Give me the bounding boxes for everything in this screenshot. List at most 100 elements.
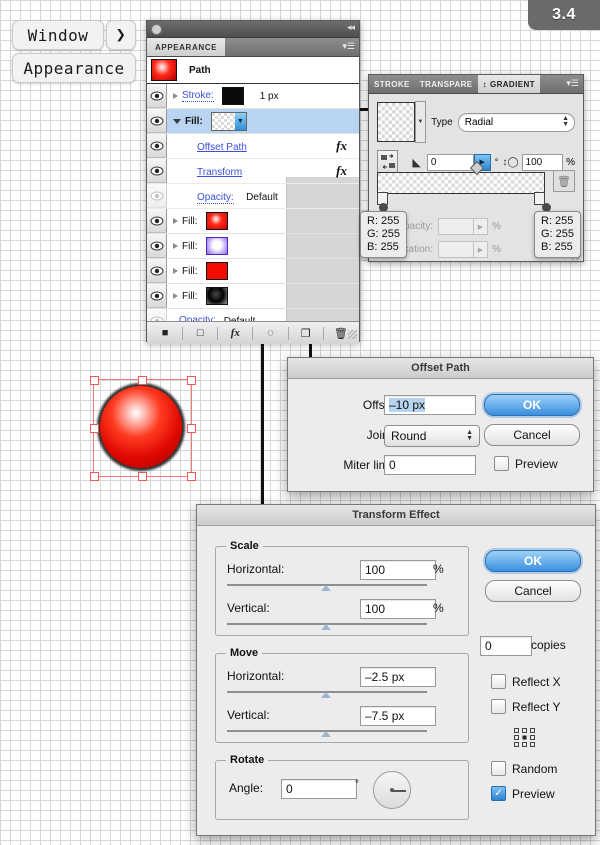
joins-select[interactable]: Round ▲ ▼ [384,425,480,447]
appearance-panel-footer[interactable]: ■ □ fx ◌ ❐ 🗑 [147,321,359,344]
offset-preview-checkbox[interactable] [494,456,509,471]
selection-handle[interactable] [187,424,196,433]
move-horizontal-slider-thumb[interactable] [321,692,331,698]
appearance-row-fill-3[interactable]: Fill: [147,234,359,259]
appearance-panel-titlebar[interactable]: ◂◂ [147,21,359,38]
offset-input[interactable]: –10 px [384,395,476,415]
row-label-fill-3[interactable]: Fill: [182,241,198,252]
selection-handle[interactable] [90,376,99,385]
scale-vertical-slider-thumb[interactable] [321,624,331,630]
row-label-fill-5[interactable]: Fill: [182,291,198,302]
visibility-eye-icon[interactable] [147,309,167,321]
transform-cancel-button[interactable]: Cancel [485,580,581,602]
offset-ok-button[interactable]: OK [484,394,580,416]
visibility-eye-icon[interactable] [147,209,167,233]
selection-handle[interactable] [187,376,196,385]
selection-handle[interactable] [138,472,147,481]
visibility-eye-icon[interactable] [147,109,167,133]
disclosure-triangle-icon[interactable] [173,118,181,124]
visibility-eye-icon[interactable] [147,184,167,208]
appearance-panel-tabbar[interactable]: APPEARANCE ▾☰ [147,38,359,57]
gradient-aspect-input[interactable]: 100 [521,153,564,171]
menu-chip-appearance[interactable]: Appearance [12,53,136,83]
panel-close-dot-icon[interactable] [151,24,162,35]
offset-path-dialog[interactable]: Offset Path Offset: –10 px Joins: Round … [287,357,594,492]
gradient-panel-tabbar[interactable]: STROKE TRANSPARE ↕ GRADIENT ▾☰ [369,75,583,94]
appearance-target-row[interactable]: Path [147,57,359,84]
panel-menu-icon[interactable]: ▾☰ [566,79,579,88]
add-new-stroke-icon[interactable]: ■ [154,325,176,341]
miter-limit-input[interactable]: 0 [384,455,476,475]
appearance-row-fill-5[interactable]: Fill: [147,284,359,309]
gradient-type-select[interactable]: Radial ▲ ▼ [457,112,575,132]
selection-handle[interactable] [90,472,99,481]
add-new-fill-icon[interactable]: □ [189,325,211,341]
clear-appearance-icon[interactable]: ◌ [260,325,282,341]
artwork-red-sphere[interactable] [89,373,196,485]
stepper-icon[interactable]: ▲ ▼ [466,429,473,442]
preview-checkbox[interactable]: ✓ [491,786,506,801]
move-vertical-slider-thumb[interactable] [321,731,331,737]
row-label-fill-4[interactable]: Fill: [182,266,198,277]
tab-stroke[interactable]: STROKE [369,75,415,93]
effect-link-transform[interactable]: Transform [197,167,242,178]
reverse-gradient-icon[interactable] [377,150,399,174]
disclosure-triangle-icon[interactable] [173,218,178,224]
offset-cancel-button[interactable]: Cancel [484,424,580,446]
disclosure-triangle-icon[interactable] [173,243,178,249]
visibility-eye-icon[interactable] [147,259,167,283]
stroke-color-swatch[interactable] [221,87,244,105]
fill-5-color-swatch[interactable] [205,287,228,305]
appearance-row-opacity-outer[interactable]: Opacity: Default [147,309,359,321]
reflect-x-checkbox[interactable] [491,674,506,689]
reflect-y-checkbox[interactable] [491,699,506,714]
stepper-icon[interactable]: ▲ ▼ [562,115,569,128]
fill-gradient-swatch[interactable]: ▼ [210,111,247,131]
disclosure-triangle-icon[interactable] [173,268,178,274]
gradient-ramp[interactable] [377,172,545,194]
fill-3-color-swatch[interactable] [205,237,228,255]
appearance-row-offset-path[interactable]: Offset Path fx [147,134,359,159]
fx-icon[interactable]: fx [336,138,347,154]
rotate-angle-input[interactable]: 0 [281,779,357,799]
appearance-row-stroke[interactable]: Stroke: 1 px [147,84,359,109]
rotate-angle-dial[interactable] [373,771,411,809]
visibility-eye-icon[interactable] [147,159,167,183]
gradient-preset-dropdown-icon[interactable]: ▼ [414,101,427,143]
menu-chip-window[interactable]: Window [12,20,104,50]
opacity-link-inner[interactable]: Opacity: [197,192,234,204]
visibility-eye-icon[interactable] [147,234,167,258]
appearance-row-fill-4[interactable]: Fill: [147,259,359,284]
tab-transparency[interactable]: TRANSPARE [415,75,478,93]
fill-swatch-dropdown-icon[interactable]: ▼ [234,112,246,130]
opacity-link-outer[interactable]: Opacity: [179,315,216,321]
move-horizontal-input[interactable]: –2.5 px [360,667,436,687]
preview-row[interactable]: ✓ Preview [491,786,555,801]
move-vertical-input[interactable]: –7.5 px [360,706,436,726]
row-label-fill[interactable]: Fill: [185,116,203,127]
add-new-effect-icon[interactable]: fx [224,325,246,341]
visibility-eye-icon[interactable] [147,134,167,158]
scale-horizontal-input[interactable]: 100 [360,560,436,580]
appearance-row-opacity-inner[interactable]: Opacity: Default [147,184,359,209]
reflect-y-row[interactable]: Reflect Y [491,699,560,714]
appearance-row-fill[interactable]: Fill: ▼ [147,109,359,134]
offset-preview-checkbox-row[interactable]: Preview [494,456,558,471]
appearance-row-transform[interactable]: Transform fx [147,159,359,184]
panel-collapse-icon[interactable]: ◂◂ [347,23,355,32]
fx-icon[interactable]: fx [336,163,347,179]
gradient-preview-swatch[interactable] [377,102,415,142]
copies-input[interactable]: 0 [480,636,532,656]
fill-4-color-swatch[interactable] [205,262,228,280]
fill-2-color-swatch[interactable] [205,212,228,230]
selection-handle[interactable] [90,424,99,433]
duplicate-item-icon[interactable]: ❐ [295,325,317,341]
reflect-x-row[interactable]: Reflect X [491,674,561,689]
gradient-angle-input[interactable]: 0 [426,153,474,171]
delete-gradient-stop-icon[interactable]: 🗑 [553,170,575,192]
disclosure-triangle-icon[interactable] [173,93,178,99]
visibility-eye-icon[interactable] [147,284,167,308]
selection-handle[interactable] [138,376,147,385]
transform-origin-icon[interactable] [513,727,537,754]
random-checkbox[interactable] [491,761,506,776]
